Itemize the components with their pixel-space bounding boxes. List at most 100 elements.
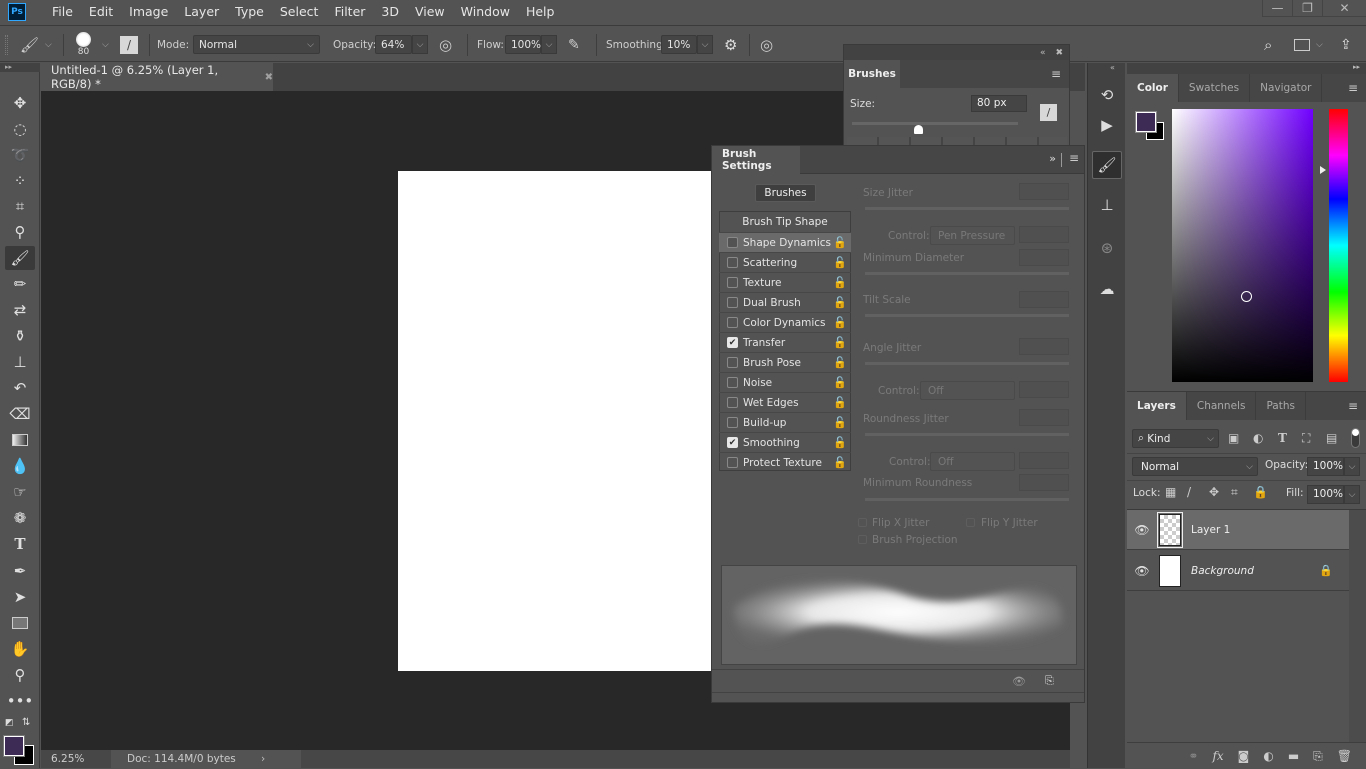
lock-artboards-icon[interactable]: ⌗ [1231,485,1238,500]
panel-menu-icon[interactable]: ≡ [1348,81,1358,95]
filter-type-icon[interactable]: T [1278,431,1287,445]
flip-y-checkbox[interactable] [966,518,975,527]
path-selection-tool-icon[interactable]: ➤ [5,585,35,609]
checkbox-checked[interactable]: ✔ [727,337,738,348]
pressure-opacity-icon[interactable]: ◎ [439,26,452,63]
brush-settings-panel-icon[interactable]: 🖌 [1092,151,1122,179]
libraries-panel-icon[interactable]: ⊛ [1092,234,1122,262]
unlock-icon[interactable]: 🔓 [833,336,847,349]
size-input[interactable]: 80 px [971,95,1027,112]
brushes-button[interactable]: Brushes [755,184,816,202]
panel-menu-icon[interactable]: ≡ [1348,399,1358,413]
tab-color[interactable]: Color [1127,74,1179,102]
saturation-brightness-field[interactable] [1172,109,1313,382]
brush-option-row[interactable]: Texture 🔓 [719,272,851,292]
new-adjustment-layer-icon[interactable]: ◐ [1263,749,1273,763]
unlock-icon[interactable]: 🔓 [833,256,847,269]
opacity-dropdown[interactable]: ⌵ [412,35,428,54]
angle-jitter-input[interactable] [1019,338,1069,355]
pen-tool-icon[interactable]: ✒ [5,559,35,583]
new-group-icon[interactable]: ▬ [1288,749,1299,763]
unlock-icon[interactable]: 🔓 [833,376,847,389]
menu-window[interactable]: Window [453,0,518,24]
smoothing-input[interactable]: 10% [661,35,697,54]
gradient-tool-icon[interactable] [5,428,35,452]
menu-view[interactable]: View [407,0,453,24]
lock-all-icon[interactable]: 🔒 [1253,485,1268,499]
brush-option-label[interactable]: Shape Dynamics [743,237,831,249]
menu-edit[interactable]: Edit [81,0,121,24]
panel-menu-icon[interactable]: ≡ [1051,67,1061,81]
filter-smart-object-icon[interactable]: ▤ [1326,431,1337,445]
tilt-scale-slider[interactable] [865,314,1069,317]
mode-select[interactable]: Normal ⌵ [193,35,320,54]
hue-slider-thumb[interactable] [1320,166,1326,174]
collapse-dock-icon[interactable]: ▸▸ [1353,63,1360,71]
control-input-3[interactable] [1019,452,1069,469]
sponge-tool-icon[interactable]: ❁ [5,506,35,530]
clone-source-panel-icon[interactable]: ⊥ [1092,191,1122,219]
brush-tool-preset-icon[interactable]: 🖌 [20,26,39,63]
actions-panel-icon[interactable]: ▶ [1092,111,1122,139]
search-icon[interactable]: ⌕ [1264,26,1272,63]
filter-pixel-icon[interactable]: ▣ [1228,431,1239,445]
tab-layers[interactable]: Layers [1127,392,1187,420]
foreground-color-swatch[interactable] [3,735,25,757]
brush-picker[interactable]: 80 [76,26,91,63]
layer-opacity-input[interactable]: 100% [1307,457,1344,476]
menu-help[interactable]: Help [518,0,563,24]
menu-image[interactable]: Image [121,0,176,24]
unlock-icon[interactable]: 🔓 [833,456,847,469]
layer-opacity-dropdown[interactable]: ⌵ [1344,457,1360,476]
tab-navigator[interactable]: Navigator [1250,74,1323,102]
unlock-icon[interactable]: 🔓 [833,356,847,369]
checkbox[interactable] [727,317,738,328]
brush-option-label[interactable]: Transfer [743,337,785,349]
checkbox[interactable] [727,297,738,308]
brush-option-label[interactable]: Protect Texture [743,457,822,469]
delete-layer-icon[interactable]: 🗑 [1337,749,1352,763]
layer-name[interactable]: Layer 1 [1191,524,1230,536]
create-new-brush-icon[interactable]: ⎘ [1045,674,1054,688]
checkbox-checked[interactable]: ✔ [727,437,738,448]
history-brush-tool-icon[interactable]: ↶ [5,376,35,400]
brush-option-label[interactable]: Brush Pose [743,357,801,369]
color-picker-cursor[interactable] [1241,291,1252,302]
brush-option-label[interactable]: Color Dynamics [743,317,826,329]
min-roundness-slider[interactable] [865,498,1069,501]
fx-icon[interactable]: fx [1212,749,1223,763]
size-jitter-input[interactable] [1019,183,1069,200]
eyedropper-tool-icon[interactable]: ⚲ [5,220,35,244]
rectangle-tool-icon[interactable] [5,611,35,635]
roundness-jitter-slider[interactable] [865,433,1069,436]
min-roundness-input[interactable] [1019,474,1069,491]
fill-input[interactable]: 100% [1307,485,1344,504]
panel-menu-icon[interactable]: ≡ [1069,151,1079,165]
visibility-eye-icon[interactable]: 👁 [1127,564,1157,578]
blur-tool-icon[interactable]: 💧 [5,454,35,478]
checkbox[interactable] [727,457,738,468]
brush-option-row[interactable]: Noise 🔓 [719,372,851,392]
grip-handle[interactable] [5,34,8,55]
history-panel-icon[interactable]: ⟲ [1092,81,1122,109]
filter-shape-icon[interactable]: ⛶ [1302,431,1310,446]
size-slider[interactable] [852,122,1018,125]
chevron-right-icon[interactable]: › [261,753,265,765]
layers-scrollbar[interactable] [1349,510,1366,742]
eraser-tool-icon[interactable]: ⌫ [5,402,35,426]
default-colors-icon[interactable]: ◩ [5,718,14,728]
brush-option-label[interactable]: Texture [743,277,781,289]
workspace-icon[interactable] [1294,38,1310,51]
control-input-2[interactable] [1019,381,1069,398]
lock-transparent-pixels-icon[interactable]: ▦ [1165,485,1176,499]
tab-paths[interactable]: Paths [1256,392,1306,420]
toggle-live-tip-icon[interactable]: 👁 [1012,675,1026,688]
chevron-down-icon[interactable]: ⌵ [45,26,52,63]
visibility-eye-icon[interactable]: 👁 [1127,523,1157,537]
unlock-icon[interactable]: 🔓 [833,296,847,309]
tilt-scale-input[interactable] [1019,291,1069,308]
move-tool-icon[interactable]: ✥ [5,91,35,115]
collapse-icon[interactable]: « [1040,48,1046,58]
unlock-icon[interactable]: 🔓 [833,416,847,429]
brush-option-row[interactable]: Wet Edges 🔓 [719,392,851,412]
